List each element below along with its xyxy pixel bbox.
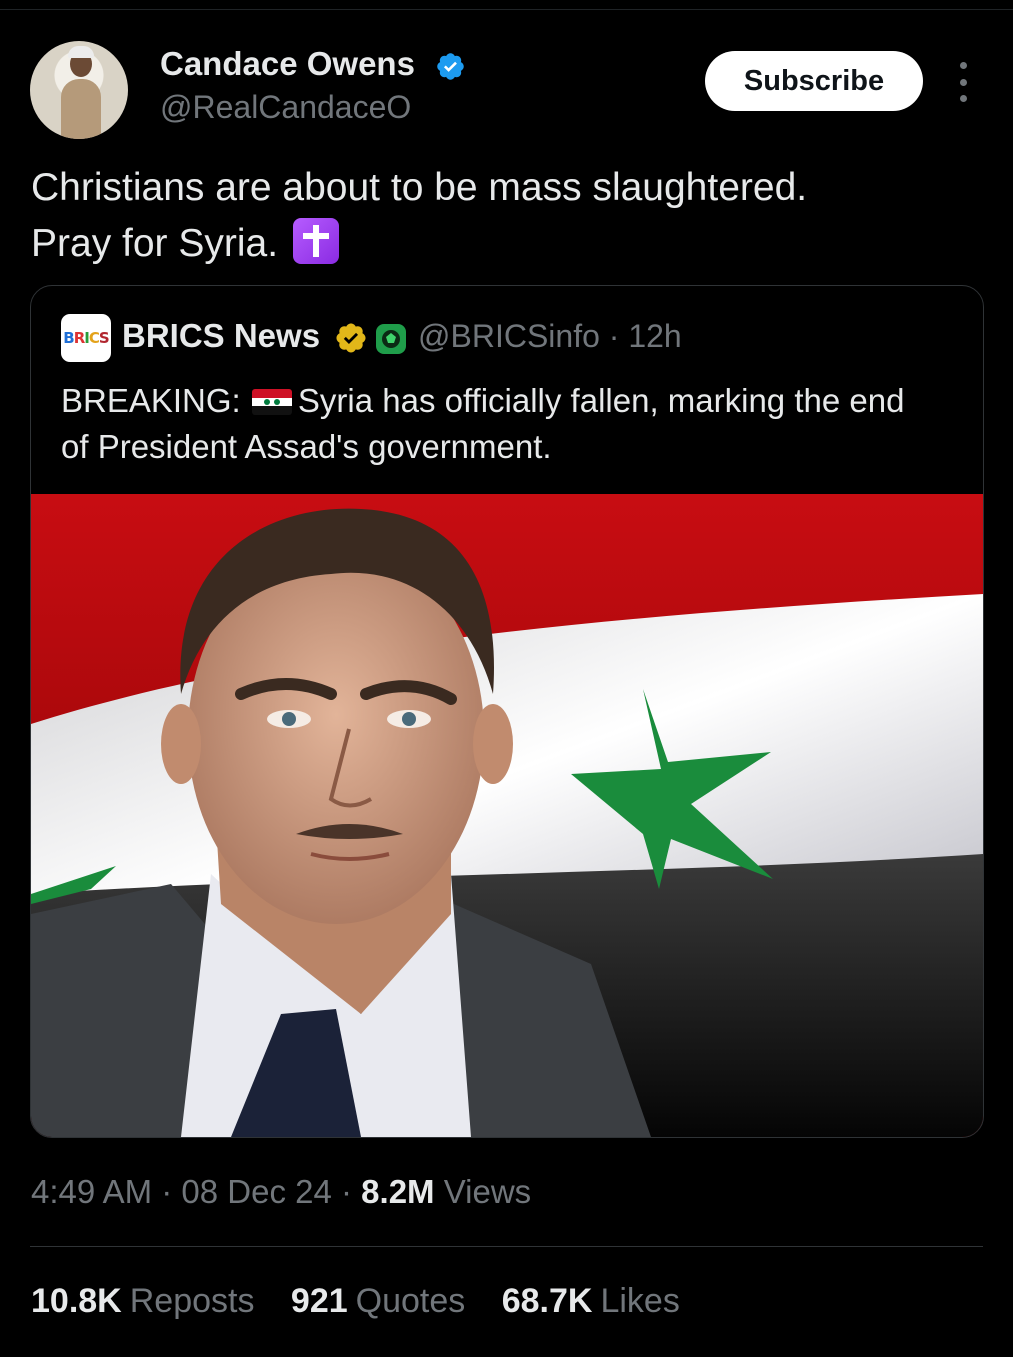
more-dot [959,78,967,86]
more-vertical-icon[interactable] [952,62,974,102]
likes-count: 68.7K [501,1282,593,1320]
brics-logo-avatar[interactable]: BRICS [61,314,111,362]
avatar-figure [61,79,101,139]
tweet-text-line2: Pray for Syria. [31,216,981,272]
quoted-author-name[interactable]: BRICS News [122,317,320,355]
subscribe-button[interactable]: Subscribe [705,51,923,111]
tweet-meta: 4:49 AM · 08 Dec 24 · 8.2M Views [31,1173,531,1211]
likes-stat[interactable]: 68.7K Likes [502,1282,680,1321]
top-divider [0,9,1013,10]
avatar-cap [68,46,94,58]
verified-badge-icon [437,53,464,80]
syria-flag-icon [251,389,292,415]
gold-verified-badge-icon [336,323,366,353]
affiliate-badge-icon [376,324,406,354]
reposts-stat[interactable]: 10.8K Reposts [31,1282,254,1321]
quoted-handle-time[interactable]: @BRICSinfo · 12h [418,318,682,355]
tweet-time[interactable]: 4:49 AM [31,1173,152,1210]
engagement-stats: 10.8K Reposts 921 Quotes 68.7K Likes [31,1282,707,1321]
meta-separator: · [331,1173,362,1210]
tweet-text-line2-label: Pray for Syria. [31,222,279,265]
quoted-tweet-image[interactable] [31,494,983,1137]
more-dot [959,62,967,69]
meta-separator: · [152,1173,182,1210]
author-avatar[interactable] [30,41,128,139]
quoted-tweet-card[interactable]: BRICS BRICS News @BRICSinfo · 12h BREAKI… [30,285,984,1138]
more-dot [959,95,967,102]
tweet-text-line1: Christians are about to be mass slaughte… [31,166,808,209]
views-count: 8.2M [361,1173,435,1210]
quotes-count: 921 [290,1282,348,1320]
tweet-text: Christians are about to be mass slaughte… [31,160,981,272]
author-name[interactable]: Candace Owens [160,45,415,83]
reposts-count: 10.8K [31,1282,122,1320]
stats-divider [30,1246,983,1247]
latin-cross-emoji-icon [292,218,339,264]
views-label: Views [434,1173,532,1210]
author-handle[interactable]: @RealCandaceO [160,89,411,126]
tweet-date[interactable]: 08 Dec 24 [181,1173,331,1210]
portrait-flag-illustration [31,494,983,1137]
quotes-label: Quotes [355,1282,466,1320]
breaking-label: BREAKING: [61,382,241,419]
reposts-label: Reposts [129,1282,255,1320]
quoted-tweet-text: BREAKING: Syria has officially fallen, m… [61,378,941,470]
quotes-stat[interactable]: 921 Quotes [291,1282,465,1321]
likes-label: Likes [600,1282,680,1320]
